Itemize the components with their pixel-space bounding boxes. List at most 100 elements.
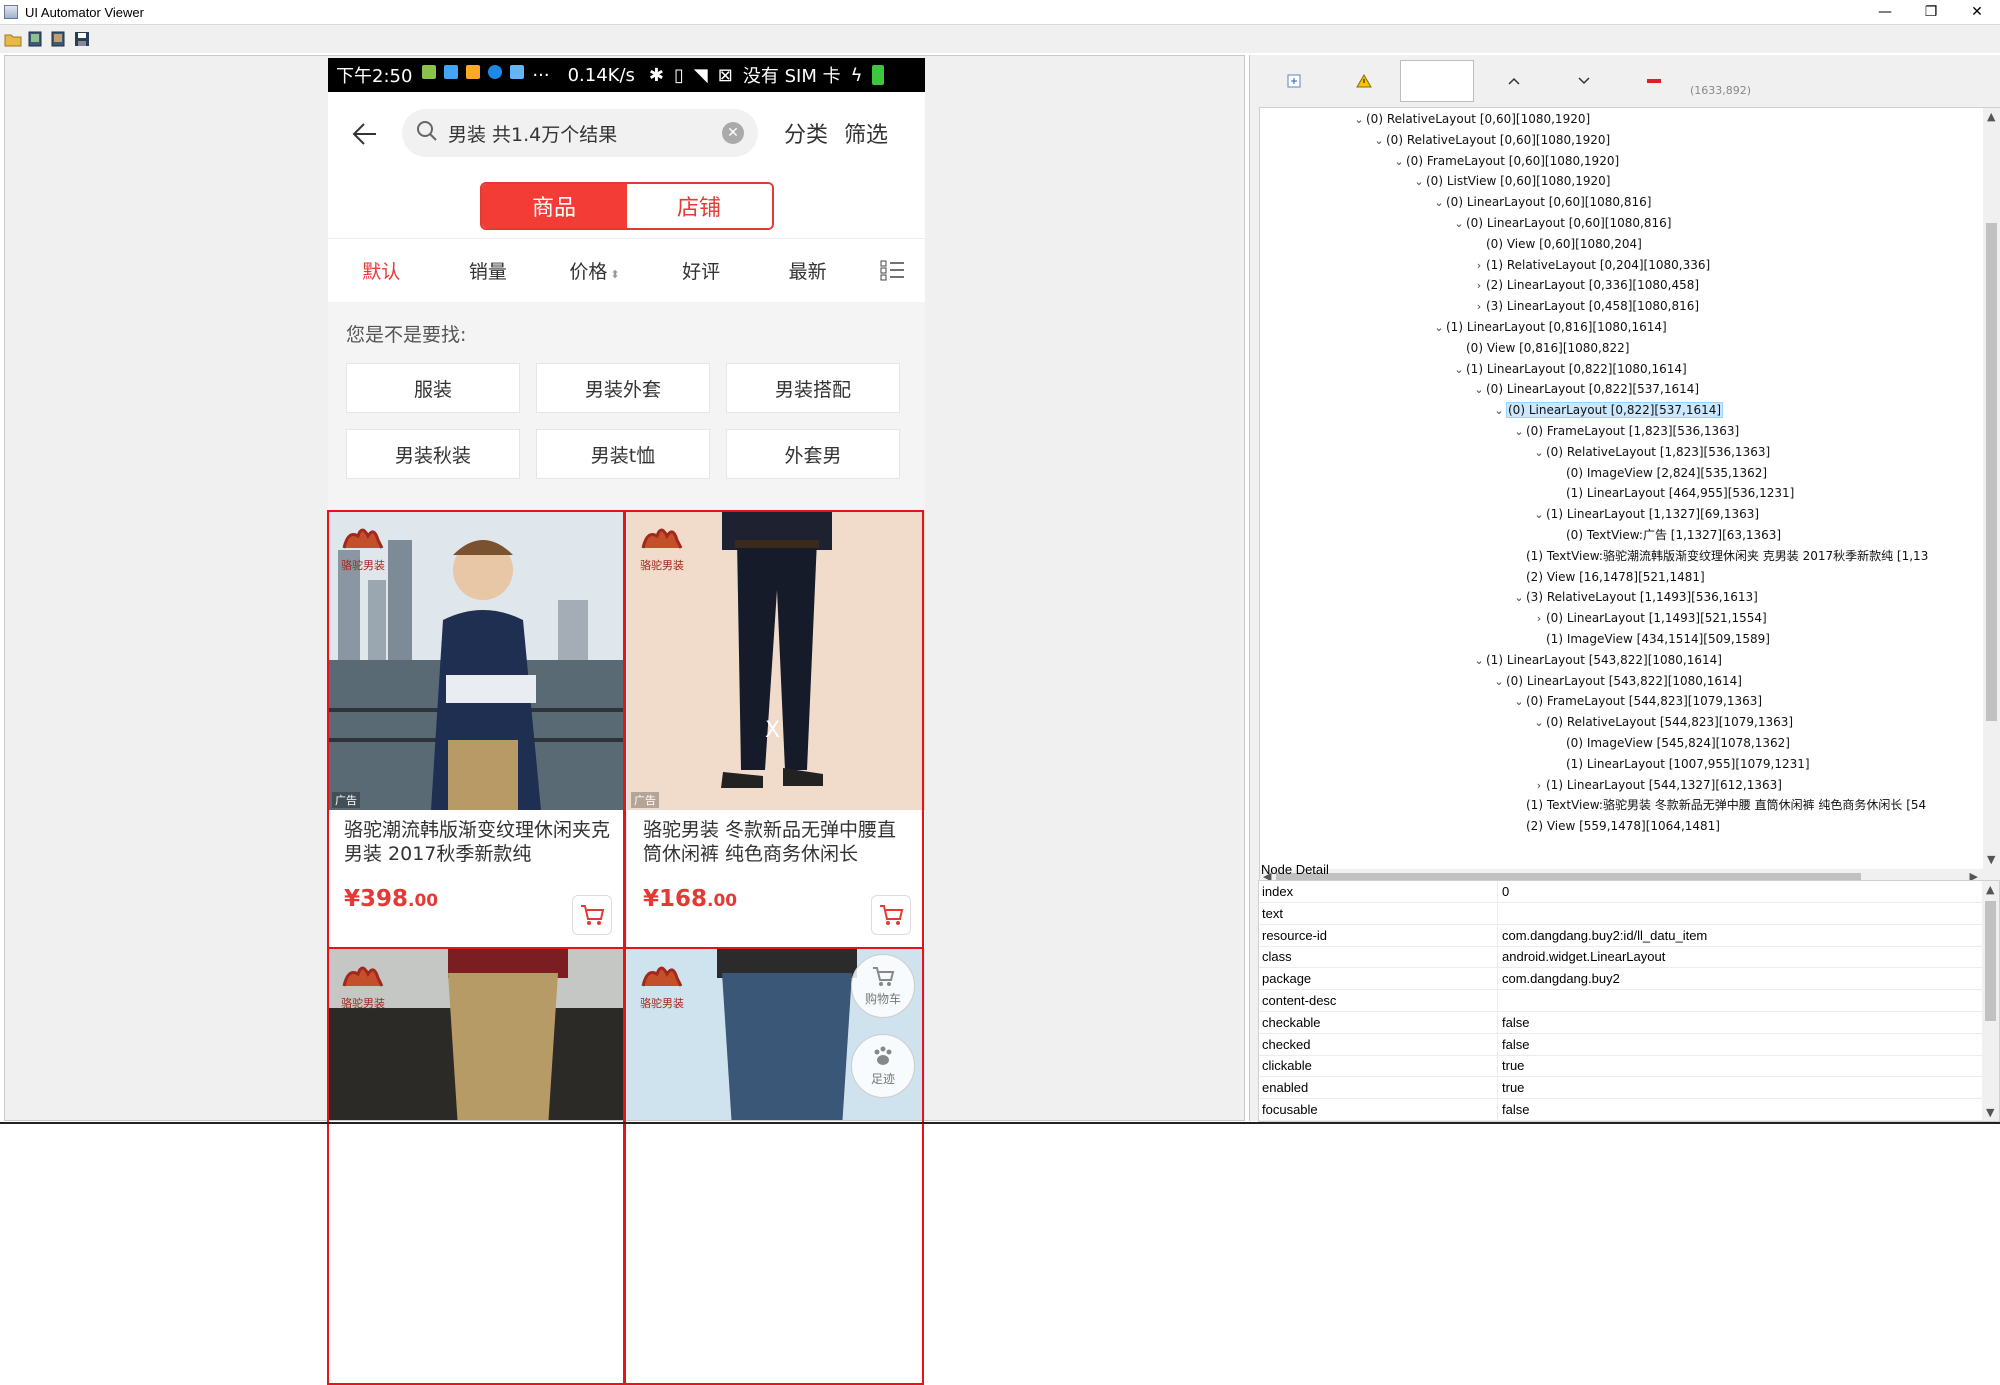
tree-node[interactable]: ⌄ (0) LinearLayout [0,822][537,1614]	[1492, 400, 1724, 421]
scroll-down-arrow-icon[interactable]: ▼	[1986, 1106, 1994, 1119]
tree-node[interactable]: ⌄ (0) FrameLayout [1,823][536,1363]	[1512, 421, 1739, 442]
tree-node[interactable]: (1) LinearLayout [464,955][536,1231]	[1552, 483, 1794, 504]
next-match-icon[interactable]	[1574, 71, 1594, 91]
add-to-cart-icon[interactable]	[572, 895, 612, 935]
expand-chevron-icon[interactable]: ⌄	[1372, 130, 1386, 151]
tree-node[interactable]: (1) TextView:骆驼男装 冬款新品无弹中腰 直筒休闲裤 纯色商务休闲长…	[1512, 795, 1926, 816]
expand-chevron-icon[interactable]: ⌄	[1452, 213, 1466, 234]
open-folder-icon[interactable]	[4, 30, 22, 48]
scroll-down-arrow-icon[interactable]: ▼	[1987, 853, 1995, 866]
expand-chevron-icon[interactable]: ⌄	[1432, 317, 1446, 338]
sort-rating[interactable]: 好评	[648, 257, 755, 284]
detail-row[interactable]: enabled true	[1259, 1077, 1984, 1100]
scroll-up-arrow-icon[interactable]: ▲	[1987, 110, 1995, 123]
suggestion-chip[interactable]: 男装t恤	[536, 429, 710, 479]
suggestion-chip[interactable]: 服装	[346, 363, 520, 413]
expand-chevron-icon[interactable]: ⌄	[1532, 712, 1546, 733]
tab-goods[interactable]: 商品	[481, 184, 627, 228]
tree-node[interactable]: › (3) LinearLayout [0,458][1080,816]	[1472, 296, 1699, 317]
clear-search-icon[interactable]: ✕	[722, 122, 744, 144]
tree-node[interactable]: ⌄ (0) LinearLayout [0,60][1080,816]	[1452, 213, 1671, 234]
floating-footprint-button[interactable]: 足迹	[851, 1034, 915, 1098]
device-screenshot-compressed-icon[interactable]	[50, 30, 68, 48]
tree-node[interactable]: (2) View [16,1478][521,1481]	[1512, 567, 1705, 588]
suggestion-chip[interactable]: 男装搭配	[726, 363, 900, 413]
device-screenshot[interactable]: 下午2:50 ··· 0.14K/s ✱ ▯ ◥ ⊠ 没有 SIM 卡 ϟ 男装…	[328, 58, 925, 1120]
detail-row[interactable]: clickable true	[1259, 1055, 1984, 1078]
collapse-chevron-icon[interactable]: ›	[1472, 296, 1486, 317]
detail-row[interactable]: checkable false	[1259, 1011, 1984, 1034]
suggestion-chip[interactable]: 外套男	[726, 429, 900, 479]
scroll-thumb[interactable]	[1986, 223, 1997, 721]
tab-shops[interactable]: 店铺	[626, 184, 772, 228]
sort-newest[interactable]: 最新	[754, 257, 861, 284]
tree-node[interactable]: (0) View [0,60][1080,204]	[1472, 234, 1642, 255]
expand-chevron-icon[interactable]: ⌄	[1472, 379, 1486, 400]
add-to-cart-icon[interactable]	[871, 895, 911, 935]
expand-chevron-icon[interactable]: ⌄	[1512, 587, 1526, 608]
detail-row[interactable]: focusable false	[1259, 1099, 1984, 1121]
detail-row[interactable]: checked false	[1259, 1033, 1984, 1056]
suggestion-chip[interactable]: 男装秋装	[346, 429, 520, 479]
expand-chevron-icon[interactable]: ⌄	[1432, 192, 1446, 213]
sort-sales[interactable]: 销量	[435, 257, 542, 284]
detail-vertical-scrollbar[interactable]: ▲ ▼	[1982, 881, 1999, 1121]
device-screenshot-icon[interactable]	[27, 30, 45, 48]
tree-node[interactable]: ⌄ (1) LinearLayout [1,1327][69,1363]	[1532, 504, 1759, 525]
expand-chevron-icon[interactable]: ⌄	[1392, 151, 1406, 172]
expand-chevron-icon[interactable]: ⌄	[1532, 504, 1546, 525]
category-link[interactable]: 分类	[784, 117, 828, 149]
sort-default[interactable]: 默认	[328, 257, 435, 284]
expand-chevron-icon[interactable]: ⌄	[1532, 442, 1546, 463]
filter-link[interactable]: 筛选	[844, 117, 888, 149]
expand-chevron-icon[interactable]: ⌄	[1512, 421, 1526, 442]
product-card[interactable]: 骆驼男装 广告 骆驼潮流韩版渐变纹理休闲夹克男装 2017秋季新款纯 ¥398.…	[328, 510, 626, 948]
tree-node[interactable]: ⌄ (1) LinearLayout [0,816][1080,1614]	[1432, 317, 1666, 338]
warning-icon[interactable]	[1354, 71, 1374, 91]
tree-node[interactable]: › (2) LinearLayout [0,336][1080,458]	[1472, 275, 1699, 296]
floating-cart-button[interactable]: 购物车	[851, 954, 915, 1018]
tree-node[interactable]: › (1) LinearLayout [544,1327][612,1363]	[1532, 775, 1782, 796]
node-detail-table[interactable]: focusable false enabled true clickable true ch…	[1258, 880, 2000, 1122]
tree-node[interactable]: (0) ImageView [545,824][1078,1362]	[1552, 733, 1790, 754]
tree-node[interactable]: ⌄ (0) LinearLayout [0,60][1080,816]	[1432, 192, 1651, 213]
collapse-chevron-icon[interactable]: ›	[1472, 255, 1486, 276]
scroll-thumb[interactable]	[1985, 901, 1996, 1021]
hierarchy-tree[interactable]: (2) View [559,1478][1064,1481] (1) TextVi…	[1259, 107, 2000, 887]
search-input[interactable]: 男装 共1.4万个结果 ✕	[402, 109, 758, 157]
sort-price[interactable]: 价格 ⬍	[541, 257, 648, 284]
minimize-button[interactable]: —	[1862, 0, 1908, 24]
detail-row[interactable]: content-desc	[1259, 990, 1984, 1012]
detail-row[interactable]: index 0	[1259, 881, 1984, 903]
tree-node[interactable]: (1) LinearLayout [1007,955][1079,1231]	[1552, 754, 1810, 775]
tree-node[interactable]: ⌄ (3) RelativeLayout [1,1493][536,1613]	[1512, 587, 1757, 608]
tree-node[interactable]: (1) TextView:骆驼潮流韩版渐变纹理休闲夹 克男装 2017秋季新款纯…	[1512, 546, 1928, 567]
tree-node[interactable]: ⌄ (0) RelativeLayout [0,60][1080,1920]	[1372, 130, 1610, 151]
tree-node[interactable]: ⌄ (0) FrameLayout [544,823][1079,1363]	[1512, 691, 1762, 712]
clear-search-icon[interactable]	[1644, 71, 1664, 91]
search-node-input[interactable]	[1400, 60, 1474, 102]
tree-node[interactable]: ⌄ (0) RelativeLayout [1,823][536,1363]	[1532, 442, 1770, 463]
detail-row[interactable]: package com.dangdang.buy2	[1259, 968, 1984, 991]
collapse-chevron-icon[interactable]: ›	[1532, 608, 1546, 629]
list-view-icon[interactable]	[861, 259, 925, 283]
tree-node[interactable]: ⌄ (0) ListView [0,60][1080,1920]	[1412, 171, 1610, 192]
tree-node[interactable]: ⌄ (0) LinearLayout [543,822][1080,1614]	[1492, 671, 1742, 692]
tree-node[interactable]: › (0) LinearLayout [1,1493][521,1554]	[1532, 608, 1767, 629]
expand-all-icon[interactable]	[1284, 71, 1304, 91]
tree-node[interactable]: ⌄ (0) RelativeLayout [544,823][1079,1363]	[1532, 712, 1793, 733]
tree-vertical-scrollbar[interactable]: ▲ ▼	[1983, 108, 2000, 886]
tree-node[interactable]: ⌄ (0) FrameLayout [0,60][1080,1920]	[1392, 151, 1619, 172]
expand-chevron-icon[interactable]: ⌄	[1472, 650, 1486, 671]
tree-node[interactable]: ⌄ (1) LinearLayout [0,822][1080,1614]	[1452, 359, 1686, 380]
expand-chevron-icon[interactable]: ⌄	[1492, 400, 1506, 421]
expand-chevron-icon[interactable]: ⌄	[1512, 691, 1526, 712]
tree-node[interactable]: (1) ImageView [434,1514][509,1589]	[1532, 629, 1770, 650]
tree-node[interactable]: ⌄ (0) RelativeLayout [0,60][1080,1920]	[1352, 109, 1590, 130]
save-icon[interactable]	[73, 30, 91, 48]
scroll-up-arrow-icon[interactable]: ▲	[1986, 883, 1994, 896]
tree-node[interactable]: (0) ImageView [2,824][535,1362]	[1552, 463, 1767, 484]
tree-node[interactable]: ⌄ (0) LinearLayout [0,822][537,1614]	[1472, 379, 1699, 400]
expand-chevron-icon[interactable]: ⌄	[1352, 109, 1366, 130]
close-button[interactable]: ✕	[1954, 0, 2000, 24]
